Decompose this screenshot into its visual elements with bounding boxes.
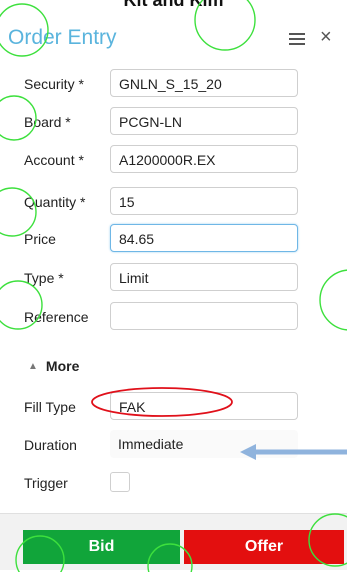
- more-label: More: [45, 358, 80, 374]
- quantity-row: Quantity * 15: [0, 187, 347, 217]
- account-input[interactable]: A1200000R.EX: [110, 145, 298, 173]
- offer-button[interactable]: Offer: [184, 530, 344, 564]
- type-row: Type * Limit: [0, 263, 347, 293]
- bid-button[interactable]: Bid: [23, 530, 180, 564]
- account-label: Account *: [24, 152, 84, 168]
- type-label: Type *: [24, 270, 64, 286]
- price-label: Price: [24, 231, 56, 247]
- hamburger-icon[interactable]: [289, 33, 305, 45]
- more-toggle[interactable]: ▲ More: [28, 358, 79, 374]
- type-select[interactable]: Limit: [110, 263, 298, 291]
- duration-label: Duration: [24, 437, 77, 453]
- reference-input[interactable]: [110, 302, 298, 330]
- duration-row: Duration Immediate: [0, 430, 347, 460]
- close-icon[interactable]: ×: [320, 27, 332, 47]
- security-label: Security *: [24, 76, 84, 92]
- trigger-checkbox[interactable]: [110, 472, 130, 492]
- quantity-label: Quantity *: [24, 194, 86, 210]
- board-input[interactable]: PCGN-LN: [110, 107, 298, 135]
- fill-type-label: Fill Type: [24, 399, 76, 415]
- quantity-input[interactable]: 15: [110, 187, 298, 215]
- security-row: Security * GNLN_S_15_20: [0, 69, 347, 99]
- fill-type-row: Fill Type FAK: [0, 392, 347, 422]
- action-bar: Bid Offer: [0, 513, 347, 570]
- account-row: Account * A1200000R.EX: [0, 145, 347, 175]
- trigger-label: Trigger: [24, 475, 68, 491]
- reference-row: Reference: [0, 302, 347, 332]
- board-label: Board *: [24, 114, 71, 130]
- price-input[interactable]: 84.65: [110, 224, 298, 252]
- triangle-up-icon: ▲: [28, 361, 38, 372]
- panel-title: Order Entry: [8, 26, 117, 49]
- trigger-row: Trigger: [0, 472, 347, 502]
- fill-type-select[interactable]: FAK: [110, 392, 298, 420]
- reference-label: Reference: [24, 309, 89, 325]
- price-row: Price 84.65: [0, 224, 347, 254]
- board-row: Board * PCGN-LN: [0, 107, 347, 137]
- security-input[interactable]: GNLN_S_15_20: [110, 69, 298, 97]
- duration-select[interactable]: Immediate: [110, 430, 298, 458]
- order-entry-panel: Order Entry × Security * GNLN_S_15_20 Bo…: [0, 0, 347, 572]
